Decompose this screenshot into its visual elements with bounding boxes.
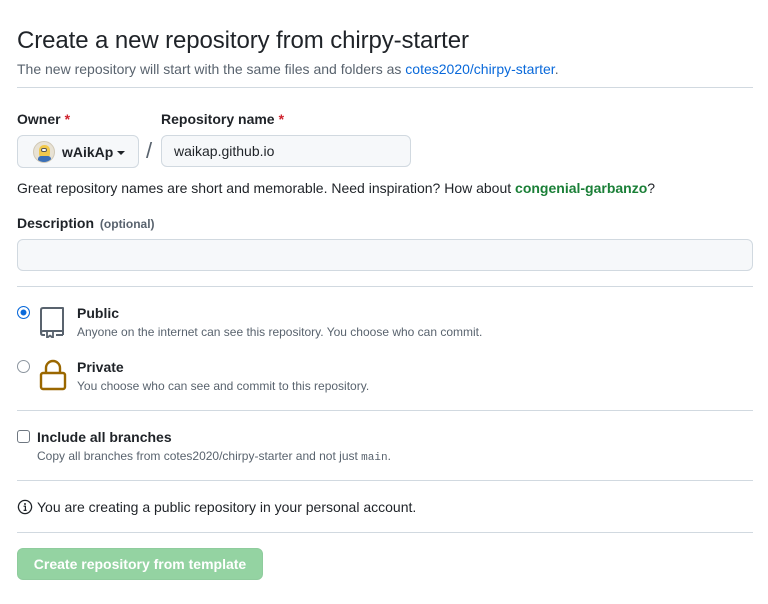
page-title: Create a new repository from chirpy-star… <box>17 27 469 54</box>
owner-select-button[interactable]: wAikAp <box>17 135 139 168</box>
divider <box>17 410 753 411</box>
caret-down-icon <box>117 150 126 155</box>
owner-label: Owner * <box>17 111 70 127</box>
avatar-goggle <box>41 147 47 152</box>
branches-desc-code: main <box>361 452 388 464</box>
info-icon <box>17 499 33 515</box>
owner-label-text: Owner <box>17 111 61 127</box>
include-branches-desc: Copy all branches from cotes2020/chirpy-… <box>37 449 391 464</box>
branches-desc-prefix: Copy all branches from cotes2020/chirpy-… <box>37 449 362 463</box>
repo-icon <box>40 307 64 338</box>
owner-avatar <box>33 140 55 163</box>
template-repo-link[interactable]: cotes2020/chirpy-starter <box>405 61 554 77</box>
name-suggestion[interactable]: congenial-garbanzo <box>515 180 647 196</box>
branches-desc-suffix: . <box>387 449 391 463</box>
repo-name-label-text: Repository name <box>161 111 275 127</box>
divider <box>17 532 753 533</box>
subtitle-suffix: . <box>554 61 559 77</box>
create-repository-button[interactable]: Create repository from template <box>17 548 263 580</box>
account-info: You are creating a public repository in … <box>17 499 416 515</box>
avatar-body <box>38 155 51 162</box>
include-branches-checkbox[interactable] <box>17 430 30 443</box>
public-desc: Anyone on the internet can see this repo… <box>77 325 483 339</box>
owner-required-mark: * <box>64 111 71 127</box>
create-from-template-page: Create a new repository from chirpy-star… <box>0 0 768 604</box>
owner-repo-separator: / <box>146 138 153 163</box>
subtitle-prefix: The new repository will start with the s… <box>17 61 406 77</box>
hint-text: Great repository names are short and mem… <box>17 180 516 196</box>
description-input[interactable] <box>17 239 753 271</box>
include-branches-title: Include all branches <box>37 429 172 445</box>
description-optional: (optional) <box>99 217 155 231</box>
repo-name-input[interactable] <box>161 135 411 167</box>
repo-name-required-mark: * <box>278 111 285 127</box>
private-radio[interactable] <box>17 360 30 373</box>
info-text: You are creating a public repository in … <box>37 499 417 515</box>
lock-icon <box>39 359 67 391</box>
private-desc: You choose who can see and commit to thi… <box>77 379 370 393</box>
repo-name-label: Repository name * <box>161 111 284 127</box>
divider <box>17 480 753 481</box>
public-radio[interactable] <box>17 306 30 319</box>
description-label-text: Description <box>17 215 95 231</box>
private-title: Private <box>77 359 124 375</box>
page-subtitle: The new repository will start with the s… <box>17 61 559 77</box>
repo-name-hint: Great repository names are short and mem… <box>17 180 655 196</box>
owner-name: wAikAp <box>62 143 114 160</box>
divider <box>17 87 753 88</box>
description-label: Description (optional) <box>17 215 155 231</box>
hint-suffix: ? <box>647 180 656 196</box>
divider <box>17 286 753 287</box>
public-title: Public <box>77 305 120 321</box>
